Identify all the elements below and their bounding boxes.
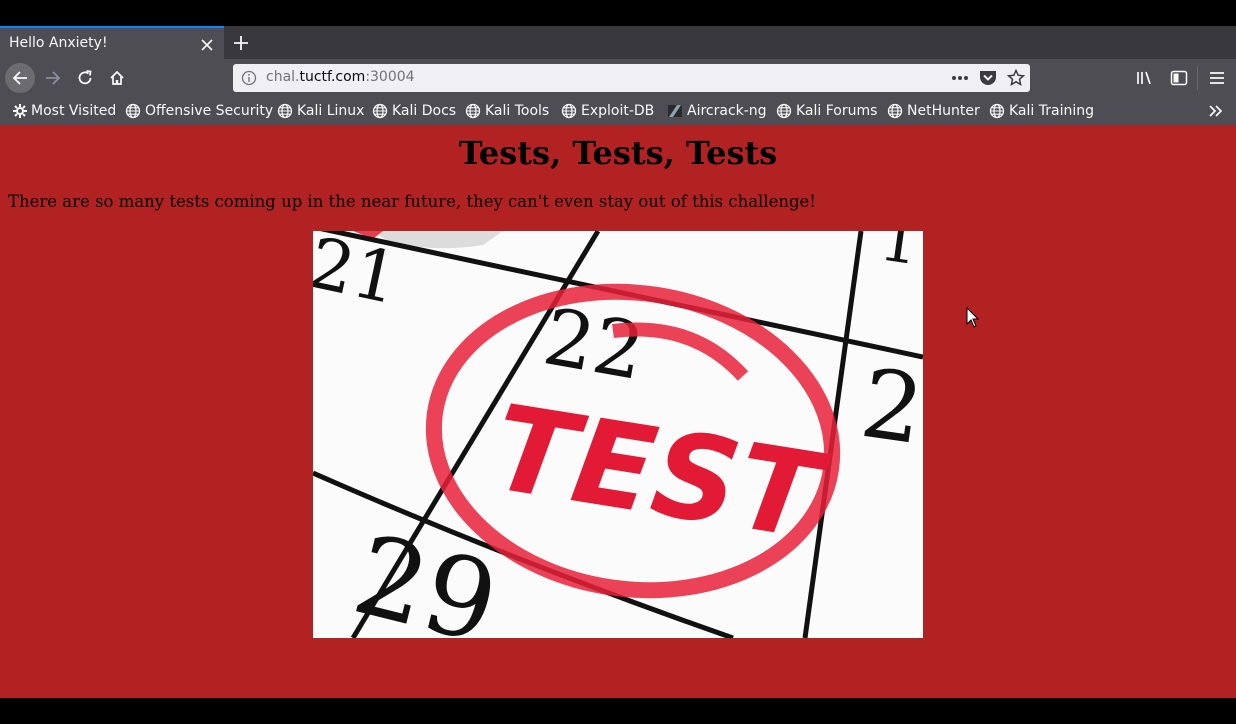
calendar-test-image: 21 22 1 2 29 TEST (313, 231, 923, 638)
url-text[interactable]: chal.tuctf.com:30004 (266, 69, 415, 85)
bookmark-label: Most Visited (31, 103, 117, 119)
reload-button[interactable] (70, 63, 100, 93)
globe-icon (372, 103, 388, 119)
back-button[interactable] (5, 63, 35, 93)
chevron-double-right-icon[interactable] (1206, 101, 1226, 121)
calendar-test-illustration: 21 22 1 2 29 TEST (313, 231, 923, 638)
globe-icon (561, 103, 577, 119)
reload-icon (78, 70, 92, 85)
bookmark-label: NetHunter (907, 103, 980, 119)
navigation-toolbar: chal.tuctf.com:30004 (0, 59, 1236, 97)
bookmark-exploit-db[interactable]: Exploit-DB (561, 101, 654, 121)
bookmark-label: Kali Forums (796, 103, 878, 119)
sidebar-icon[interactable] (1168, 67, 1190, 89)
globe-icon (989, 103, 1005, 119)
hamburger-menu-icon[interactable] (1206, 67, 1228, 89)
more-actions-icon[interactable] (950, 68, 970, 88)
screen-bottom-bar (0, 698, 1236, 724)
url-port: :30004 (365, 69, 415, 85)
bookmark-label: Kali Training (1009, 103, 1094, 119)
bookmark-nethunter[interactable]: NetHunter (887, 101, 980, 121)
bookmark-label: Kali Docs (392, 103, 457, 119)
bookmark-kali-docs[interactable]: Kali Docs (372, 101, 456, 121)
tab-active[interactable]: Hello Anxiety! (0, 26, 224, 59)
globe-icon (277, 103, 293, 119)
close-icon[interactable] (198, 36, 216, 54)
bookmark-label: Kali Linux (297, 103, 365, 119)
toolbar-right (1134, 67, 1190, 89)
info-icon[interactable] (241, 70, 257, 86)
plus-icon (234, 36, 248, 50)
page-paragraph: There are so many tests coming up in the… (8, 192, 816, 211)
bookmarks-toolbar: Most Visited Offensive Security Kali Lin… (0, 97, 1236, 125)
url-bar[interactable]: chal.tuctf.com:30004 (233, 64, 1030, 92)
bookmark-most-visited[interactable]: Most Visited (13, 101, 116, 121)
library-icon[interactable] (1134, 67, 1156, 89)
page-heading: Tests, Tests, Tests (458, 134, 778, 172)
aircrack-icon (668, 105, 682, 117)
globe-icon (125, 103, 141, 119)
home-icon (110, 70, 124, 85)
page-content: Tests, Tests, Tests There are so many te… (0, 125, 1236, 698)
url-prefix: chal. (266, 69, 300, 85)
bookmark-kali-tools[interactable]: Kali Tools (465, 101, 549, 121)
screen-top-bar (0, 0, 1236, 26)
url-domain: tuctf.com (299, 69, 366, 85)
pocket-icon[interactable] (978, 68, 998, 88)
globe-icon (465, 103, 481, 119)
globe-icon (887, 103, 903, 119)
tab-title: Hello Anxiety! (9, 35, 108, 51)
arrow-left-icon (12, 71, 27, 85)
bookmark-offensive-security[interactable]: Offensive Security (125, 101, 273, 121)
globe-icon (776, 103, 792, 119)
toolbar-separator (1197, 66, 1198, 90)
mouse-cursor-icon (966, 307, 980, 328)
calendar-number: 22 (537, 292, 650, 398)
bookmark-label: Offensive Security (145, 103, 274, 119)
arrow-right-icon (46, 71, 61, 85)
bookmark-star-icon[interactable] (1006, 68, 1026, 88)
bookmark-label: Aircrack-ng (687, 103, 767, 119)
bookmark-kali-training[interactable]: Kali Training (989, 101, 1094, 121)
new-tab-button[interactable] (229, 31, 253, 55)
tab-strip: Hello Anxiety! (0, 26, 1236, 59)
bookmark-aircrack-ng[interactable]: Aircrack-ng (667, 101, 767, 121)
gear-icon (13, 104, 27, 118)
home-button[interactable] (102, 63, 132, 93)
forward-button[interactable] (38, 63, 68, 93)
url-actions (950, 67, 1026, 89)
bookmark-kali-forums[interactable]: Kali Forums (776, 101, 877, 121)
bookmark-label: Kali Tools (485, 103, 550, 119)
bookmark-label: Exploit-DB (581, 103, 655, 119)
bookmark-kali-linux[interactable]: Kali Linux (277, 101, 364, 121)
